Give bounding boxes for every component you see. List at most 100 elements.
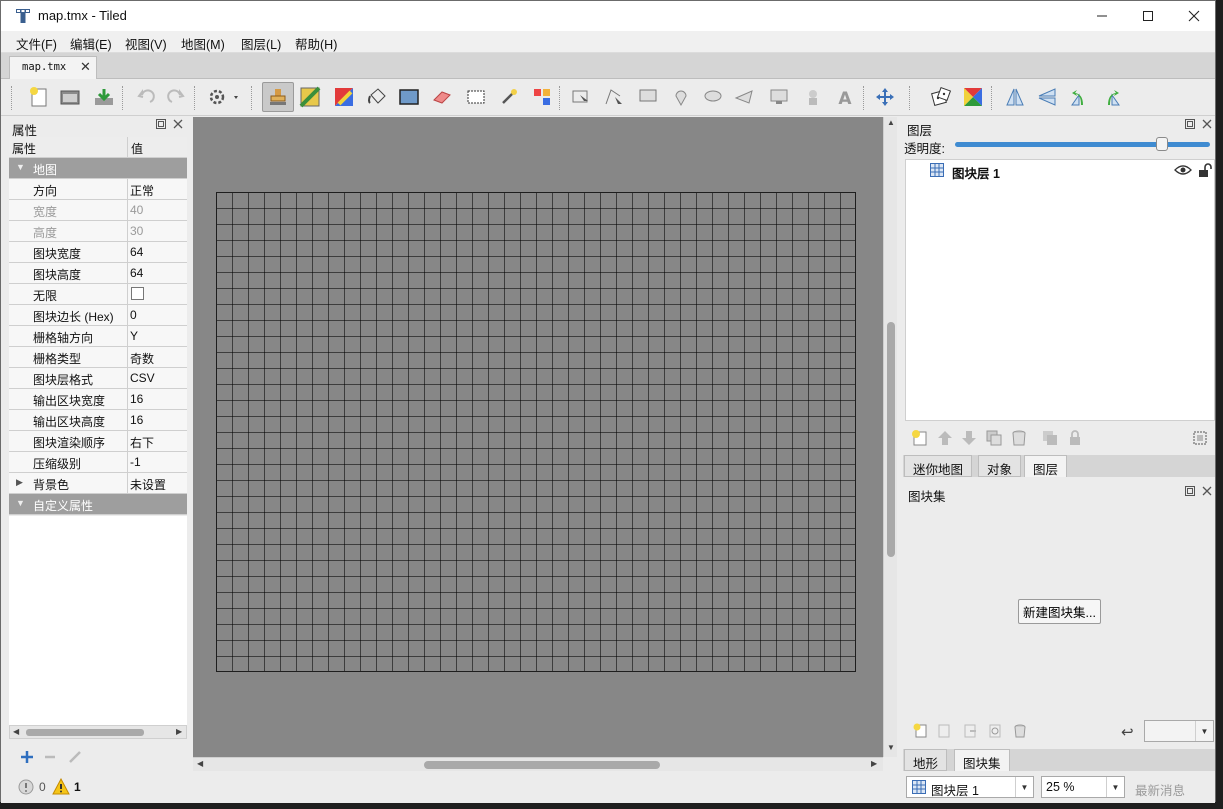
property-value[interactable]: CSV (129, 368, 187, 388)
rotate-left-button[interactable] (1068, 85, 1092, 109)
select-objects-button[interactable] (569, 85, 593, 109)
insert-text-button[interactable]: A (833, 85, 857, 109)
property-value[interactable]: 64 (129, 263, 187, 283)
tab-objects[interactable]: 对象 (978, 455, 1022, 477)
property-value[interactable]: 右下 (129, 431, 187, 451)
property-row[interactable]: 方向 正常 (9, 179, 187, 200)
edit-tileset-tool[interactable] (987, 723, 1003, 742)
property-value[interactable]: 16 (129, 410, 187, 430)
eye-visible-icon[interactable] (1174, 164, 1192, 176)
rectangle-select-button[interactable] (464, 85, 488, 109)
property-row[interactable]: 图块层格式 CSV (9, 368, 187, 389)
maximize-button[interactable] (1125, 1, 1171, 31)
property-value[interactable]: 64 (129, 242, 187, 262)
opacity-slider[interactable] (955, 142, 1210, 147)
minimize-button[interactable] (1079, 1, 1125, 31)
property-value[interactable]: -1 (129, 452, 187, 472)
hscroll-thumb[interactable] (424, 761, 660, 769)
tab-tilesets[interactable]: 图块集 (954, 749, 1010, 771)
news-button[interactable]: 最新消息 (1135, 780, 1185, 799)
new-tileset-tool[interactable] (913, 723, 929, 742)
warning-icon[interactable] (52, 778, 70, 795)
insert-ellipse-button[interactable] (701, 85, 725, 109)
add-property-button[interactable] (19, 749, 35, 768)
tab-close-icon[interactable]: ✕ (80, 59, 91, 75)
lock-layer-button[interactable] (1066, 429, 1084, 450)
export-tileset-tool[interactable] (962, 723, 978, 742)
group-custom-properties[interactable]: ▼ 自定义属性 (9, 494, 187, 515)
property-row[interactable]: 栅格类型 奇数 (9, 347, 187, 368)
select-same-tile-button[interactable] (530, 85, 554, 109)
wang-brush-button[interactable] (332, 85, 356, 109)
new-map-button[interactable] (27, 85, 51, 109)
terrain-brush-button[interactable] (298, 85, 322, 109)
undo-button[interactable] (134, 85, 158, 109)
menu-file[interactable]: 文件(F) (16, 34, 57, 53)
close-panel-icon[interactable] (1201, 485, 1213, 500)
insert-tile-button[interactable] (767, 85, 791, 109)
property-row[interactable]: 图块渲染顺序 右下 (9, 431, 187, 452)
float-panel-icon[interactable] (1184, 485, 1196, 500)
tab-terrains[interactable]: 地形 (904, 749, 948, 771)
commands-button[interactable] (207, 85, 243, 109)
menu-map[interactable]: 地图(M) (181, 34, 225, 53)
error-icon[interactable] (18, 779, 34, 795)
shape-fill-button[interactable] (397, 85, 421, 109)
zoom-combo[interactable]: 25 % ▼ (1041, 776, 1125, 798)
group-map[interactable]: ▼ 地图 (9, 158, 187, 179)
embed-tileset-tool[interactable] (936, 723, 952, 742)
infinite-checkbox[interactable] (131, 287, 144, 300)
move-button[interactable] (873, 85, 897, 109)
merge-layer-button[interactable] (1041, 429, 1059, 450)
property-value[interactable]: Y (129, 326, 187, 346)
properties-hscroll-thumb[interactable] (26, 729, 144, 736)
close-button[interactable] (1171, 1, 1217, 31)
edit-polygons-button[interactable] (602, 85, 626, 109)
property-value[interactable]: 奇数 (129, 347, 187, 367)
map-vertical-scrollbar[interactable]: ▲ ▼ (883, 117, 897, 757)
close-panel-icon[interactable] (1201, 118, 1213, 133)
property-value[interactable]: 16 (129, 389, 187, 409)
insert-point-button[interactable] (669, 85, 693, 109)
open-button[interactable] (58, 85, 82, 109)
property-value[interactable]: 未设置 (129, 473, 187, 493)
stamp-brush-button[interactable] (262, 82, 294, 112)
random-mode-button[interactable] (929, 85, 953, 109)
highlight-layer-button[interactable] (1191, 429, 1209, 450)
tab-layers[interactable]: 图层 (1024, 455, 1068, 477)
duplicate-layer-button[interactable] (985, 429, 1003, 450)
insert-polygon-button[interactable] (733, 85, 757, 109)
tileset-zoom-combo[interactable]: ▼ (1144, 720, 1214, 742)
insert-rectangle-button[interactable] (636, 85, 660, 109)
property-row[interactable]: 高度 30 (9, 221, 187, 242)
scroll-right-icon[interactable]: ▶ (871, 759, 877, 768)
opacity-slider-handle[interactable] (1156, 137, 1168, 151)
property-value[interactable]: 0 (129, 305, 187, 325)
scroll-left-icon[interactable]: ◀ (197, 759, 203, 768)
scroll-up-icon[interactable]: ▲ (887, 118, 895, 127)
rotate-right-button[interactable] (1099, 85, 1123, 109)
float-panel-icon[interactable] (155, 118, 167, 133)
property-row[interactable]: 无限 (9, 284, 187, 305)
property-row[interactable]: 栅格轴方向 Y (9, 326, 187, 347)
close-panel-icon[interactable] (172, 118, 184, 133)
flip-vertical-button[interactable] (1035, 85, 1059, 109)
scroll-down-icon[interactable]: ▼ (887, 743, 895, 752)
lower-layer-button[interactable] (960, 429, 978, 450)
flip-horizontal-button[interactable] (1003, 85, 1027, 109)
current-layer-combo[interactable]: 图块层 1 ▼ (906, 776, 1034, 798)
property-value[interactable]: 正常 (129, 179, 187, 199)
vscroll-thumb[interactable] (887, 322, 895, 557)
new-tileset-button[interactable]: 新建图块集... (1018, 599, 1101, 624)
tab-minimap[interactable]: 迷你地图 (904, 455, 973, 477)
property-row[interactable]: 输出区块高度 16 (9, 410, 187, 431)
layer-row[interactable]: 图块层 1 (906, 160, 1214, 181)
remove-property-button[interactable] (42, 749, 58, 768)
tab-map-tmx[interactable]: map.tmx ✕ (9, 56, 97, 79)
property-row[interactable]: 压缩级别 -1 (9, 452, 187, 473)
unlocked-icon[interactable] (1198, 162, 1212, 178)
property-row[interactable]: 图块宽度 64 (9, 242, 187, 263)
menu-help[interactable]: 帮助(H) (295, 34, 337, 53)
remove-tileset-tool[interactable] (1012, 723, 1028, 742)
menu-view[interactable]: 视图(V) (125, 34, 167, 53)
